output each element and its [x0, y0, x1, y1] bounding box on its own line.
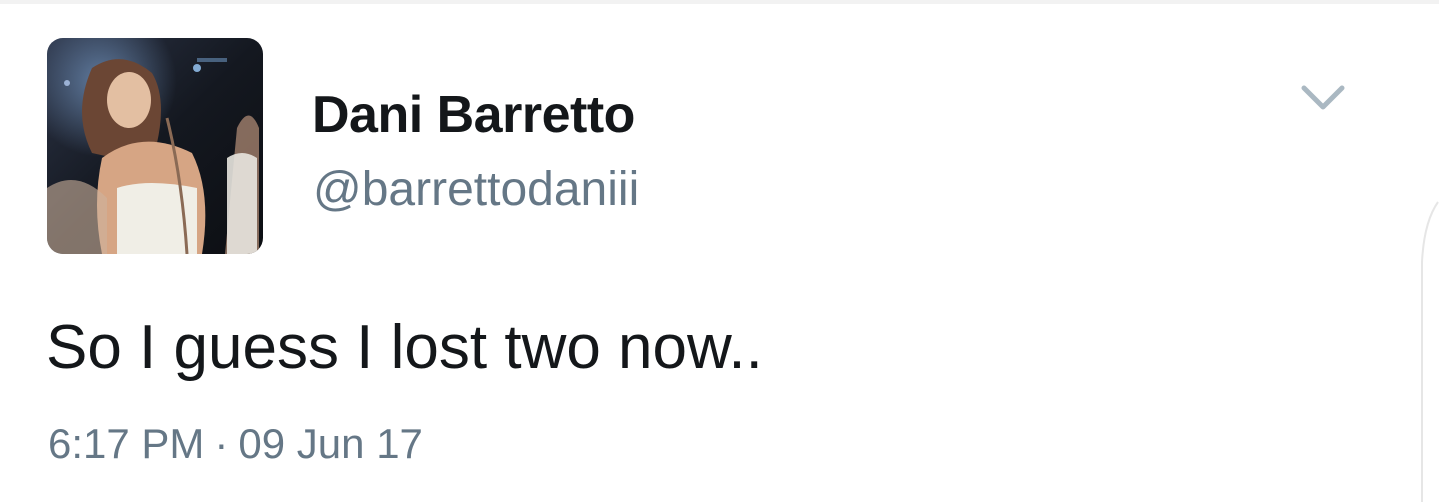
user-handle[interactable]: @barrettodaniii — [313, 160, 639, 220]
avatar-photo — [47, 38, 263, 254]
avatar[interactable] — [47, 38, 263, 254]
tweet-time: 6:17 PM — [48, 420, 205, 467]
tweet-card: Dani Barretto @barrettodaniii So I guess… — [0, 0, 1439, 502]
chevron-down-icon[interactable] — [1298, 80, 1348, 116]
tweet-text: So I guess I lost two now.. — [46, 313, 763, 382]
tweet-timestamp[interactable]: 6:17 PM · 09 Jun 17 — [48, 418, 423, 470]
screen-edge — [1421, 201, 1439, 502]
display-name[interactable]: Dani Barretto — [312, 84, 635, 146]
tweet-date: 09 Jun 17 — [238, 420, 423, 467]
meta-separator: · — [214, 420, 229, 467]
